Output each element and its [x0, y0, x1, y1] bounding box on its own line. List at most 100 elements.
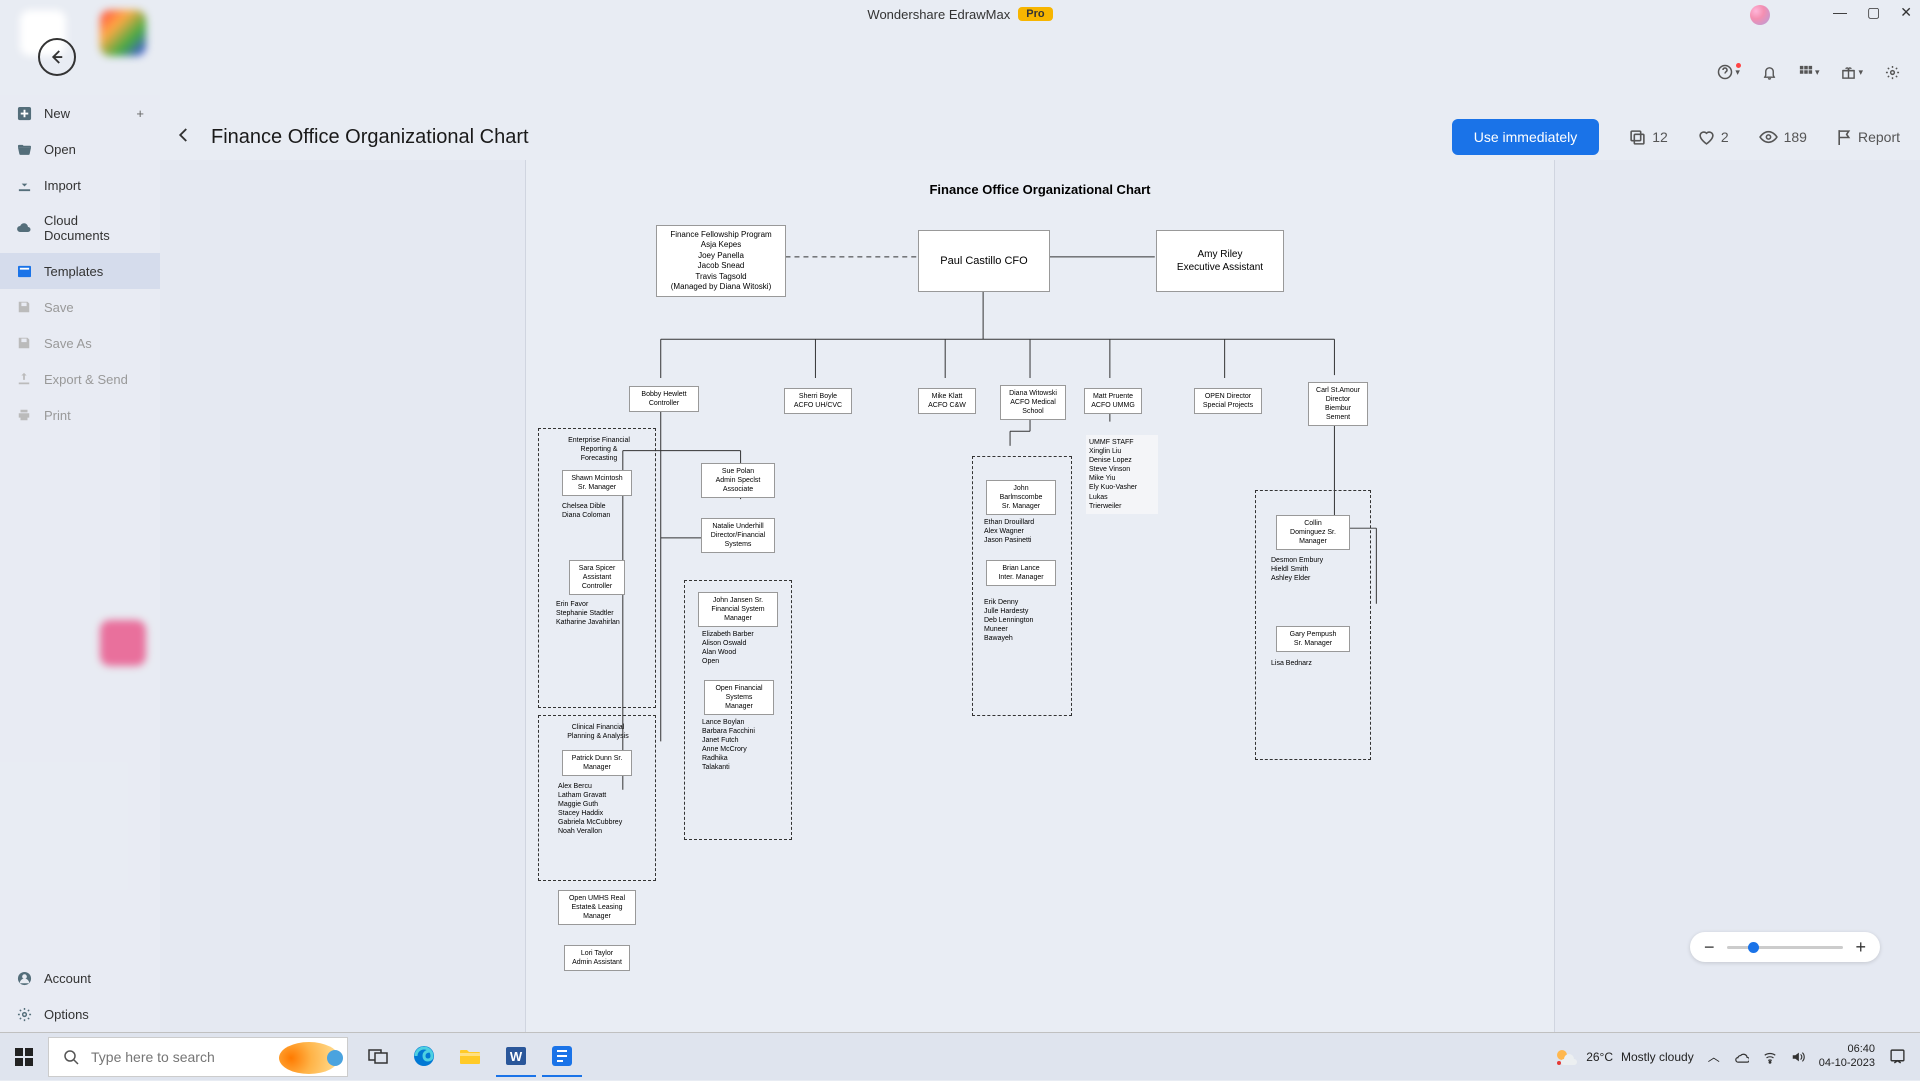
stat-likes[interactable]: 2 [1698, 129, 1729, 146]
window-controls: — ▢ ✕ [1833, 4, 1912, 21]
plus-square-icon [16, 105, 32, 121]
org-staff: Erin FavorStephanie StadtlerKatharine Ja… [556, 600, 620, 627]
taskbar-apps: W [358, 1037, 582, 1077]
sidebar-item-cloud[interactable]: Cloud Documents [0, 203, 160, 253]
org-header: Enterprise FinancialReporting &Forecasti… [554, 436, 644, 463]
org-chart: Finance Office Organizational Chart [526, 160, 1554, 1032]
search-icon [63, 1049, 79, 1065]
back-circle-button[interactable] [38, 38, 76, 76]
cloud-icon [16, 220, 32, 236]
org-node: Patrick Dunn Sr.Manager [562, 750, 632, 776]
tray-wifi-icon[interactable] [1763, 1050, 1777, 1064]
sidebar-item-label: Print [44, 408, 71, 423]
sidebar-item-print: Print [0, 397, 160, 433]
zoom-in-button[interactable]: + [1855, 937, 1866, 958]
start-button[interactable] [0, 1033, 48, 1081]
chart-title: Finance Office Organizational Chart [526, 160, 1554, 197]
taskbar-app-edrawmax[interactable] [542, 1037, 582, 1077]
zoom-slider[interactable] [1727, 946, 1844, 949]
org-staff: Lisa Bednarz [1271, 659, 1312, 668]
weather-widget[interactable]: 26°C Mostly cloudy [1554, 1047, 1694, 1067]
org-node: Lori TaylorAdmin Assistant [564, 945, 630, 971]
help-icon[interactable]: ▾ [1717, 64, 1740, 80]
system-tray: 26°C Mostly cloudy ︿ 06:40 04-10-2023 [1554, 1043, 1920, 1069]
save-as-icon [16, 335, 32, 351]
report-label: Report [1858, 129, 1900, 145]
sidebar: New + Open Import Cloud Documents Templa… [0, 95, 160, 1032]
pro-badge: Pro [1018, 7, 1052, 21]
sidebar-item-label: Account [44, 971, 91, 986]
org-node: Diana WitowskiACFO MedicalSchool [1000, 385, 1066, 420]
sidebar-item-open[interactable]: Open [0, 131, 160, 167]
weather-temp: 26°C [1586, 1050, 1613, 1064]
task-view-button[interactable] [358, 1037, 398, 1077]
org-node: Finance Fellowship ProgramAsja KepesJoey… [656, 225, 786, 297]
bell-icon[interactable] [1762, 65, 1777, 80]
sidebar-item-account[interactable]: Account [0, 960, 160, 996]
clock-date: 04-10-2023 [1819, 1057, 1875, 1070]
sidebar-item-label: New [44, 106, 70, 121]
org-node: Brian LanceInter. Manager [986, 560, 1056, 586]
apps-icon[interactable]: ▾ [1799, 65, 1820, 79]
org-staff: Erik DennyJulle HardestyDeb LenningtonMu… [984, 598, 1033, 643]
org-node: Bobby HewlettController [629, 386, 699, 412]
org-node: Natalie UnderhillDirector/FinancialSyste… [701, 518, 775, 553]
folder-open-icon [16, 141, 32, 157]
gift-icon[interactable]: ▾ [1841, 65, 1863, 80]
tray-chevron-icon[interactable]: ︿ [1708, 1048, 1720, 1065]
sidebar-item-label: Save [44, 300, 74, 315]
stat-copies[interactable]: 12 [1629, 129, 1668, 146]
account-icon [16, 970, 32, 986]
sidebar-item-templates[interactable]: Templates [0, 253, 160, 289]
org-node: Open FinancialSystemsManager [704, 680, 774, 715]
org-staff: Lance BoylanBarbara FacchiniJanet FutchA… [702, 718, 755, 773]
app-title: Wondershare EdrawMax [867, 7, 1010, 22]
tray-volume-icon[interactable] [1791, 1050, 1805, 1064]
top-icon-row: ▾ ▾ ▾ [1717, 64, 1900, 80]
add-new-icon[interactable]: + [136, 106, 144, 121]
close-button[interactable]: ✕ [1900, 4, 1912, 21]
user-avatar[interactable] [1750, 5, 1770, 25]
zoom-control: − + [1690, 932, 1880, 962]
stat-copies-value: 12 [1652, 129, 1668, 145]
org-node: Matt PruenteACFO UMMG [1084, 388, 1142, 414]
taskbar-search[interactable] [48, 1037, 348, 1077]
export-icon [16, 371, 32, 387]
canvas-viewport[interactable]: Finance Office Organizational Chart [160, 160, 1920, 1032]
taskbar-app-explorer[interactable] [450, 1037, 490, 1077]
use-immediately-button[interactable]: Use immediately [1452, 119, 1599, 155]
sidebar-item-label: Save As [44, 336, 92, 351]
content-header: Finance Office Organizational Chart Use … [175, 112, 1900, 162]
minimize-button[interactable]: — [1833, 4, 1847, 21]
sidebar-item-new[interactable]: New + [0, 95, 160, 131]
taskbar-app-word[interactable]: W [496, 1037, 536, 1077]
tray-notifications-icon[interactable] [1889, 1048, 1906, 1065]
sidebar-item-import[interactable]: Import [0, 167, 160, 203]
org-node: Shawn McintoshSr. Manager [562, 470, 632, 496]
org-node: Sara SpicerAssistantController [569, 560, 625, 595]
org-staff: Ethan DrouillardAlex WagnerJason Pasinet… [984, 518, 1034, 545]
sidebar-item-label: Templates [44, 264, 103, 279]
org-node: John Jansen Sr.Financial SystemManager [698, 592, 778, 627]
zoom-out-button[interactable]: − [1704, 937, 1715, 958]
save-icon [16, 299, 32, 315]
svg-text:W: W [510, 1049, 523, 1064]
tray-clock[interactable]: 06:40 04-10-2023 [1819, 1043, 1875, 1069]
page-title: Finance Office Organizational Chart [211, 126, 529, 149]
taskbar-app-edge[interactable] [404, 1037, 444, 1077]
report-button[interactable]: Report [1837, 129, 1900, 146]
sidebar-item-label: Cloud Documents [44, 213, 144, 243]
org-header: Clinical FinancialPlanning & Analysis [552, 723, 644, 741]
sidebar-item-label: Options [44, 1007, 89, 1022]
settings-icon[interactable] [1885, 65, 1900, 80]
sidebar-item-label: Export & Send [44, 372, 128, 387]
tray-onedrive-icon[interactable] [1734, 1049, 1749, 1064]
sidebar-item-label: Open [44, 142, 76, 157]
canvas-paper: Finance Office Organizational Chart [525, 160, 1555, 1032]
org-node: JohnBarlmscombeSr. Manager [986, 480, 1056, 515]
sidebar-item-options[interactable]: Options [0, 996, 160, 1032]
maximize-button[interactable]: ▢ [1867, 4, 1880, 21]
header-back-button[interactable] [175, 126, 193, 149]
sidebar-item-save: Save [0, 289, 160, 325]
org-node: Open UMHS RealEstate& LeasingManager [558, 890, 636, 925]
